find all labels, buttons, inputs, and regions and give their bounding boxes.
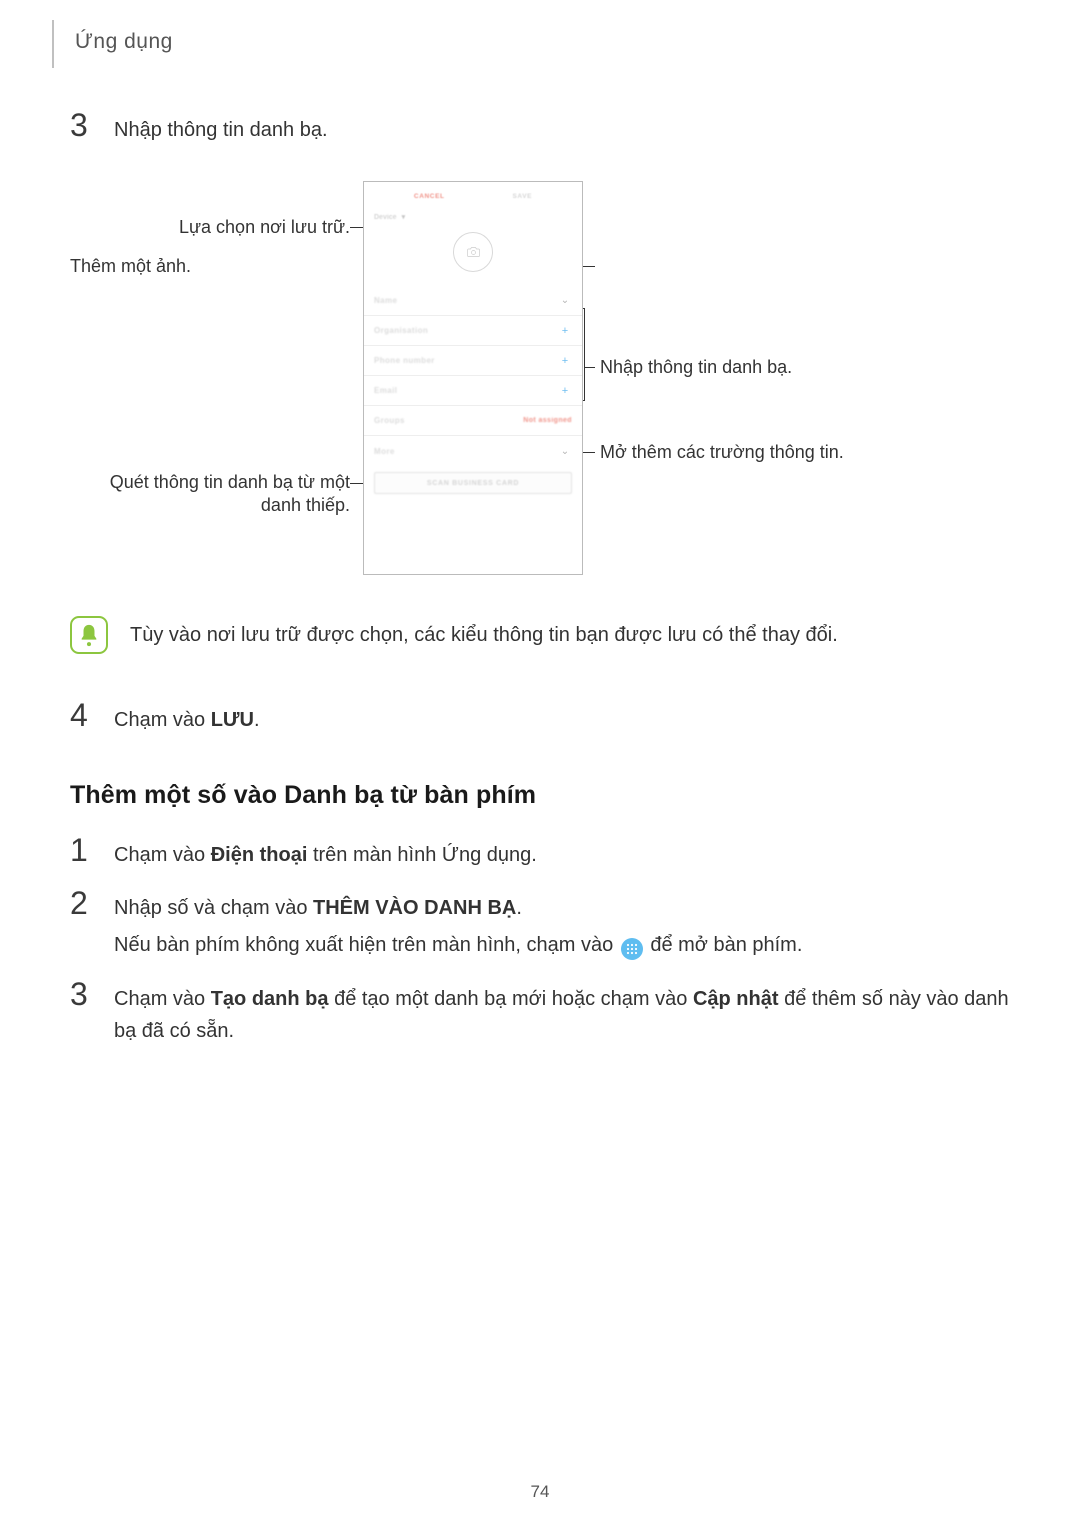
- callout-add-image: Thêm một ảnh.: [70, 255, 370, 278]
- step-3-top: 3 Nhập thông tin danh bạ.: [70, 109, 1010, 146]
- storage-selector[interactable]: Device ▾: [364, 210, 582, 224]
- step-number: 3: [70, 978, 96, 1047]
- kb-step-3: 3 Chạm vào Tạo danh bạ để tạo một danh b…: [70, 978, 1010, 1047]
- save-button[interactable]: SAVE: [512, 193, 532, 200]
- note-text: Tùy vào nơi lưu trữ được chọn, các kiểu …: [130, 620, 838, 650]
- step-number: 1: [70, 834, 96, 871]
- header-divider: [52, 20, 54, 68]
- step-4: 4 Chạm vào LƯU.: [70, 699, 1010, 736]
- note-callout: Tùy vào nơi lưu trữ được chọn, các kiểu …: [70, 616, 1010, 654]
- field-more[interactable]: More ⌄: [364, 436, 582, 466]
- subheading: Thêm một số vào Danh bạ từ bàn phím: [70, 781, 1010, 810]
- kb-step-2: 2 Nhập số và chạm vào THÊM VÀO DANH BẠ. …: [70, 887, 1010, 962]
- step-number: 4: [70, 699, 96, 736]
- chevron-down-icon: ▾: [402, 213, 406, 221]
- dialpad-icon: [621, 938, 643, 960]
- phone-toolbar: CANCEL SAVE: [364, 182, 582, 210]
- step-number: 2: [70, 887, 96, 962]
- step-text: Nhập số và chạm vào THÊM VÀO DANH BẠ. Nế…: [114, 887, 1010, 962]
- contact-editor-diagram: Lựa chọn nơi lưu trữ. Quét thông tin dan…: [70, 181, 1010, 591]
- chevron-down-icon: ⌄: [558, 295, 572, 306]
- step-text: Nhập thông tin danh bạ.: [114, 109, 1010, 146]
- phone-mockup: CANCEL SAVE Device ▾ Name ⌄ Organisation…: [363, 181, 583, 575]
- page-header: Ứng dụng: [75, 30, 1010, 54]
- plus-icon: +: [558, 385, 572, 397]
- field-email[interactable]: Email +: [364, 376, 582, 406]
- plus-icon: +: [558, 325, 572, 337]
- page-number: 74: [0, 1482, 1080, 1502]
- step-text-line2: Nếu bàn phím không xuất hiện trên màn hì…: [114, 928, 1010, 962]
- avatar-placeholder[interactable]: [453, 232, 493, 272]
- step-text: Chạm vào LƯU.: [114, 699, 1010, 736]
- field-groups[interactable]: Groups Not assigned: [364, 406, 582, 436]
- step-number: 3: [70, 109, 96, 146]
- connector-line: [585, 367, 595, 368]
- callout-storage: Lựa chọn nơi lưu trữ.: [70, 216, 350, 239]
- cancel-button[interactable]: CANCEL: [414, 193, 445, 200]
- plus-icon: +: [558, 355, 572, 367]
- field-organisation[interactable]: Organisation +: [364, 316, 582, 346]
- scan-card-button[interactable]: SCAN BUSINESS CARD: [374, 472, 572, 494]
- callout-enter-info: Nhập thông tin danh bạ.: [600, 356, 900, 379]
- kb-step-1: 1 Chạm vào Điện thoại trên màn hình Ứng …: [70, 834, 1010, 871]
- field-name[interactable]: Name ⌄: [364, 286, 582, 316]
- callout-more-fields: Mở thêm các trường thông tin.: [600, 441, 900, 464]
- step-text: Chạm vào Tạo danh bạ để tạo một danh bạ …: [114, 978, 1010, 1047]
- bell-icon: [70, 616, 108, 654]
- callout-scan: Quét thông tin danh bạ từ một danh thiếp…: [70, 471, 350, 518]
- chevron-down-icon: ⌄: [558, 446, 572, 457]
- field-phone[interactable]: Phone number +: [364, 346, 582, 376]
- camera-icon: [467, 247, 480, 257]
- groups-value: Not assigned: [523, 417, 572, 424]
- step-text: Chạm vào Điện thoại trên màn hình Ứng dụ…: [114, 834, 1010, 871]
